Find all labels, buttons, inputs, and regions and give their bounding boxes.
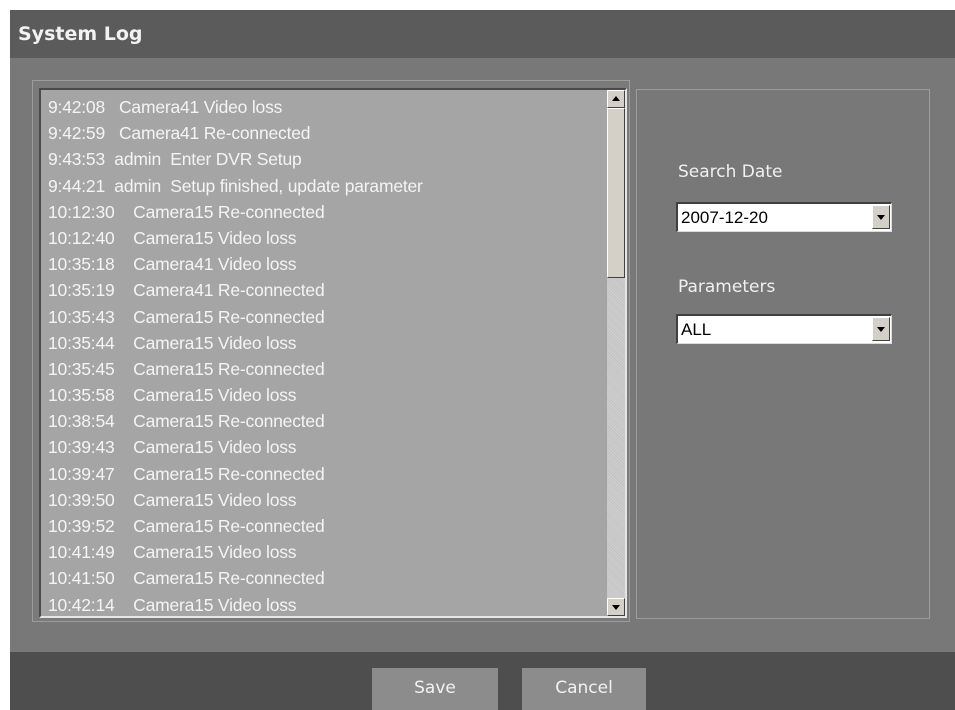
log-entry[interactable]: 9:42:59 Camera41 Re-connected: [48, 120, 603, 146]
log-entry[interactable]: 10:35:19 Camera41 Re-connected: [48, 277, 603, 303]
parameters-select[interactable]: ALL: [676, 314, 892, 344]
arrow-down-icon: [612, 605, 620, 610]
save-button[interactable]: Save: [372, 668, 498, 710]
log-entry[interactable]: 10:39:52 Camera15 Re-connected: [48, 513, 603, 539]
log-entry[interactable]: 10:35:18 Camera41 Video loss: [48, 251, 603, 277]
parameters-label: Parameters: [678, 277, 776, 297]
search-date-dropdown-button[interactable]: [872, 205, 890, 229]
search-date-select[interactable]: 2007-12-20: [676, 202, 892, 232]
scroll-up-button[interactable]: [607, 90, 625, 108]
log-entry[interactable]: 10:35:43 Camera15 Re-connected: [48, 304, 603, 330]
cancel-button[interactable]: Cancel: [522, 668, 646, 710]
parameters-dropdown-button[interactable]: [872, 317, 890, 341]
log-entry[interactable]: 10:35:58 Camera15 Video loss: [48, 382, 603, 408]
chevron-down-icon: [877, 215, 885, 220]
search-date-value: 2007-12-20: [681, 208, 768, 227]
window-title: System Log: [10, 10, 955, 58]
log-entry[interactable]: 10:39:47 Camera15 Re-connected: [48, 461, 603, 487]
log-scrollbar[interactable]: [607, 90, 625, 616]
log-entry[interactable]: 9:42:08 Camera41 Video loss: [48, 94, 603, 120]
log-entry[interactable]: 10:41:49 Camera15 Video loss: [48, 539, 603, 565]
log-list: 9:42:08 Camera41 Video loss 9:42:59 Came…: [48, 94, 603, 616]
arrow-up-icon: [612, 96, 620, 101]
log-listbox[interactable]: 9:42:08 Camera41 Video loss 9:42:59 Came…: [39, 88, 627, 618]
log-entry[interactable]: 9:44:21 admin Setup finished, update par…: [48, 173, 603, 199]
log-entry[interactable]: 10:42:14 Camera15 Video loss: [48, 592, 603, 616]
scroll-down-button[interactable]: [607, 598, 625, 616]
log-entry[interactable]: 10:35:45 Camera15 Re-connected: [48, 356, 603, 382]
chevron-down-icon: [877, 327, 885, 332]
parameters-value: ALL: [681, 320, 712, 339]
log-entry[interactable]: 10:38:54 Camera15 Re-connected: [48, 408, 603, 434]
log-entry[interactable]: 9:43:53 admin Enter DVR Setup: [48, 146, 603, 172]
log-entry[interactable]: 10:35:44 Camera15 Video loss: [48, 330, 603, 356]
log-entry[interactable]: 10:39:50 Camera15 Video loss: [48, 487, 603, 513]
log-entry[interactable]: 10:12:40 Camera15 Video loss: [48, 225, 603, 251]
log-entry[interactable]: 10:41:50 Camera15 Re-connected: [48, 565, 603, 591]
log-entry[interactable]: 10:39:43 Camera15 Video loss: [48, 434, 603, 460]
scroll-thumb[interactable]: [607, 108, 625, 278]
log-entry[interactable]: 10:12:30 Camera15 Re-connected: [48, 199, 603, 225]
search-date-label: Search Date: [678, 162, 783, 182]
